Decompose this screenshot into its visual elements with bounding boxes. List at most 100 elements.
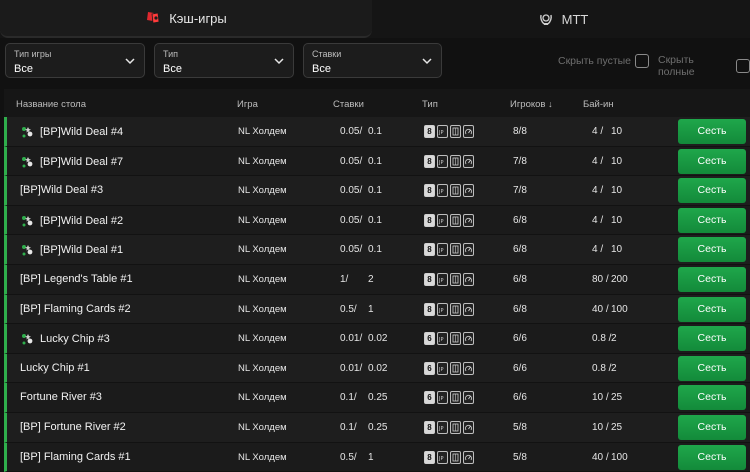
chevron-down-icon bbox=[125, 58, 135, 65]
sit-button[interactable]: Сесть bbox=[678, 119, 746, 144]
table-row[interactable]: [BP] Legend's Table #1 NL Холдем 1/ 2 8 … bbox=[4, 264, 750, 295]
header-name[interactable]: Название стола bbox=[16, 99, 86, 110]
seats-badge: 8 bbox=[424, 125, 435, 138]
speed-icon bbox=[463, 302, 474, 316]
stakes-label: Ставки bbox=[312, 49, 342, 59]
jp-icon: JP bbox=[437, 154, 448, 168]
speed-icon bbox=[463, 184, 474, 198]
book-icon bbox=[450, 243, 461, 257]
table-row[interactable]: [BP] Flaming Cards #1 NL Холдем 0.5/ 1 8… bbox=[4, 442, 750, 472]
table-row[interactable]: [BP]Wild Deal #2 NL Холдем 0.05/ 0.1 8 J… bbox=[4, 205, 750, 236]
buyin-min: 0.8 / bbox=[592, 362, 612, 374]
type-value: Все bbox=[163, 63, 182, 75]
players-count: 7/8 bbox=[513, 155, 527, 167]
speed-icon bbox=[463, 125, 474, 138]
game-type: NL Холдем bbox=[238, 362, 287, 374]
game-type: NL Холдем bbox=[238, 451, 287, 463]
header-buyin[interactable]: Бай-ин bbox=[583, 99, 614, 110]
buyin-max: 25 bbox=[611, 392, 623, 404]
players-count: 7/8 bbox=[513, 185, 527, 197]
table-row[interactable]: [BP]Wild Deal #3 NL Холдем 0.05/ 0.1 8 J… bbox=[4, 176, 750, 206]
type-select[interactable]: Тип Все bbox=[154, 43, 294, 78]
book-icon bbox=[450, 332, 461, 346]
table-type-badges: 6 JP bbox=[424, 391, 474, 405]
game-type: NL Холдем bbox=[238, 155, 287, 167]
game-type: NL Холдем bbox=[238, 244, 287, 256]
buyin-max: 25 bbox=[611, 421, 623, 433]
sit-button[interactable]: Сесть bbox=[678, 414, 746, 440]
sit-button[interactable]: Сесть bbox=[678, 148, 746, 174]
sit-button[interactable]: Сесть bbox=[678, 207, 746, 233]
jp-icon: JP bbox=[437, 332, 448, 346]
stakes-select[interactable]: Ставки Все bbox=[303, 43, 442, 78]
bp-promo-icon bbox=[20, 243, 34, 257]
game-tabs: Кэш-игры MTT bbox=[0, 0, 750, 38]
table-row[interactable]: [BP]Wild Deal #7 NL Холдем 0.05/ 0.1 8 J… bbox=[4, 146, 750, 177]
buyin-max: 2 bbox=[611, 362, 617, 374]
book-icon bbox=[450, 272, 461, 286]
speed-icon bbox=[463, 272, 474, 286]
header-players[interactable]: Игроков ↓ bbox=[510, 99, 553, 110]
game-type-select[interactable]: Тип игры Все bbox=[5, 43, 145, 78]
buyin-max: 10 bbox=[611, 155, 623, 167]
speed-icon bbox=[463, 420, 474, 434]
big-blind: 1 bbox=[368, 303, 374, 315]
book-icon bbox=[450, 125, 461, 138]
table-name: [BP] Fortune River #2 bbox=[20, 420, 126, 433]
big-blind: 1 bbox=[368, 451, 374, 463]
table-name: [BP] Legend's Table #1 bbox=[20, 272, 133, 285]
players-count: 6/8 bbox=[513, 244, 527, 256]
sit-button[interactable]: Сесть bbox=[678, 296, 746, 322]
game-type-value: Все bbox=[14, 63, 33, 75]
table-row[interactable]: [BP]Wild Deal #4 NL Холдем 0.05/ 0.1 8 J… bbox=[4, 117, 750, 147]
table-row[interactable]: [BP]Wild Deal #1 NL Холдем 0.05/ 0.1 8 J… bbox=[4, 235, 750, 265]
hide-full-checkbox[interactable]: Скрыть полные bbox=[658, 54, 750, 78]
hide-empty-checkbox[interactable]: Скрыть пустые bbox=[558, 54, 650, 68]
poker-cards-icon bbox=[145, 10, 161, 26]
hide-full-label: Скрыть полные bbox=[658, 54, 695, 78]
big-blind: 0.25 bbox=[368, 421, 388, 433]
speed-icon bbox=[463, 243, 474, 257]
tab-mtt[interactable]: MTT bbox=[376, 0, 750, 38]
jp-icon: JP bbox=[437, 391, 448, 405]
table-row[interactable]: [BP] Flaming Cards #2 NL Холдем 0.5/ 1 8… bbox=[4, 294, 750, 325]
table-row[interactable]: Lucky Chip #1 NL Холдем 0.01/ 0.02 6 JP … bbox=[4, 353, 750, 384]
sit-button[interactable]: Сесть bbox=[678, 355, 746, 381]
header-type[interactable]: Тип bbox=[422, 99, 438, 110]
buyin-min: 10 / bbox=[592, 421, 609, 433]
table-row[interactable]: Fortune River #3 NL Холдем 0.1/ 0.25 6 J… bbox=[4, 383, 750, 413]
tab-cash-games[interactable]: Кэш-игры bbox=[0, 0, 372, 38]
table-name: [BP] Flaming Cards #2 bbox=[20, 302, 131, 315]
table-row[interactable]: Lucky Chip #3 NL Холдем 0.01/ 0.02 6 JP … bbox=[4, 324, 750, 354]
book-icon bbox=[450, 450, 461, 464]
small-blind: 0.1/ bbox=[340, 392, 357, 404]
sit-button[interactable]: Сесть bbox=[678, 178, 746, 204]
table-type-badges: 8 JP bbox=[424, 450, 474, 464]
hide-full-box[interactable] bbox=[736, 59, 750, 73]
book-icon bbox=[450, 420, 461, 434]
speed-icon bbox=[463, 332, 474, 346]
buyin-min: 4 / bbox=[592, 155, 604, 167]
jp-icon: JP bbox=[437, 302, 448, 316]
sit-button[interactable]: Сесть bbox=[678, 266, 746, 292]
sit-button[interactable]: Сесть bbox=[678, 326, 746, 352]
big-blind: 2 bbox=[368, 273, 374, 285]
buyin-max: 10 bbox=[611, 214, 623, 226]
table-row[interactable]: [BP] Fortune River #2 NL Холдем 0.1/ 0.2… bbox=[4, 412, 750, 443]
seats-badge: 8 bbox=[424, 272, 435, 286]
sit-button[interactable]: Сесть bbox=[678, 444, 746, 470]
hide-empty-box[interactable] bbox=[635, 54, 650, 68]
header-game[interactable]: Игра bbox=[237, 99, 258, 110]
sit-button[interactable]: Сесть bbox=[678, 237, 746, 263]
tab-mtt-label: MTT bbox=[561, 11, 589, 27]
buyin-min: 40 / bbox=[592, 451, 609, 463]
svg-text:JP: JP bbox=[438, 456, 444, 462]
seats-badge: 8 bbox=[424, 213, 435, 227]
sit-button[interactable]: Сесть bbox=[678, 385, 746, 411]
jp-icon: JP bbox=[437, 184, 448, 198]
svg-text:JP: JP bbox=[438, 308, 444, 314]
table-name-cell: [BP]Wild Deal #7 bbox=[20, 155, 123, 169]
header-stakes[interactable]: Ставки bbox=[333, 99, 364, 110]
bp-promo-icon bbox=[20, 332, 34, 346]
buyin-max: 2 bbox=[611, 333, 617, 345]
